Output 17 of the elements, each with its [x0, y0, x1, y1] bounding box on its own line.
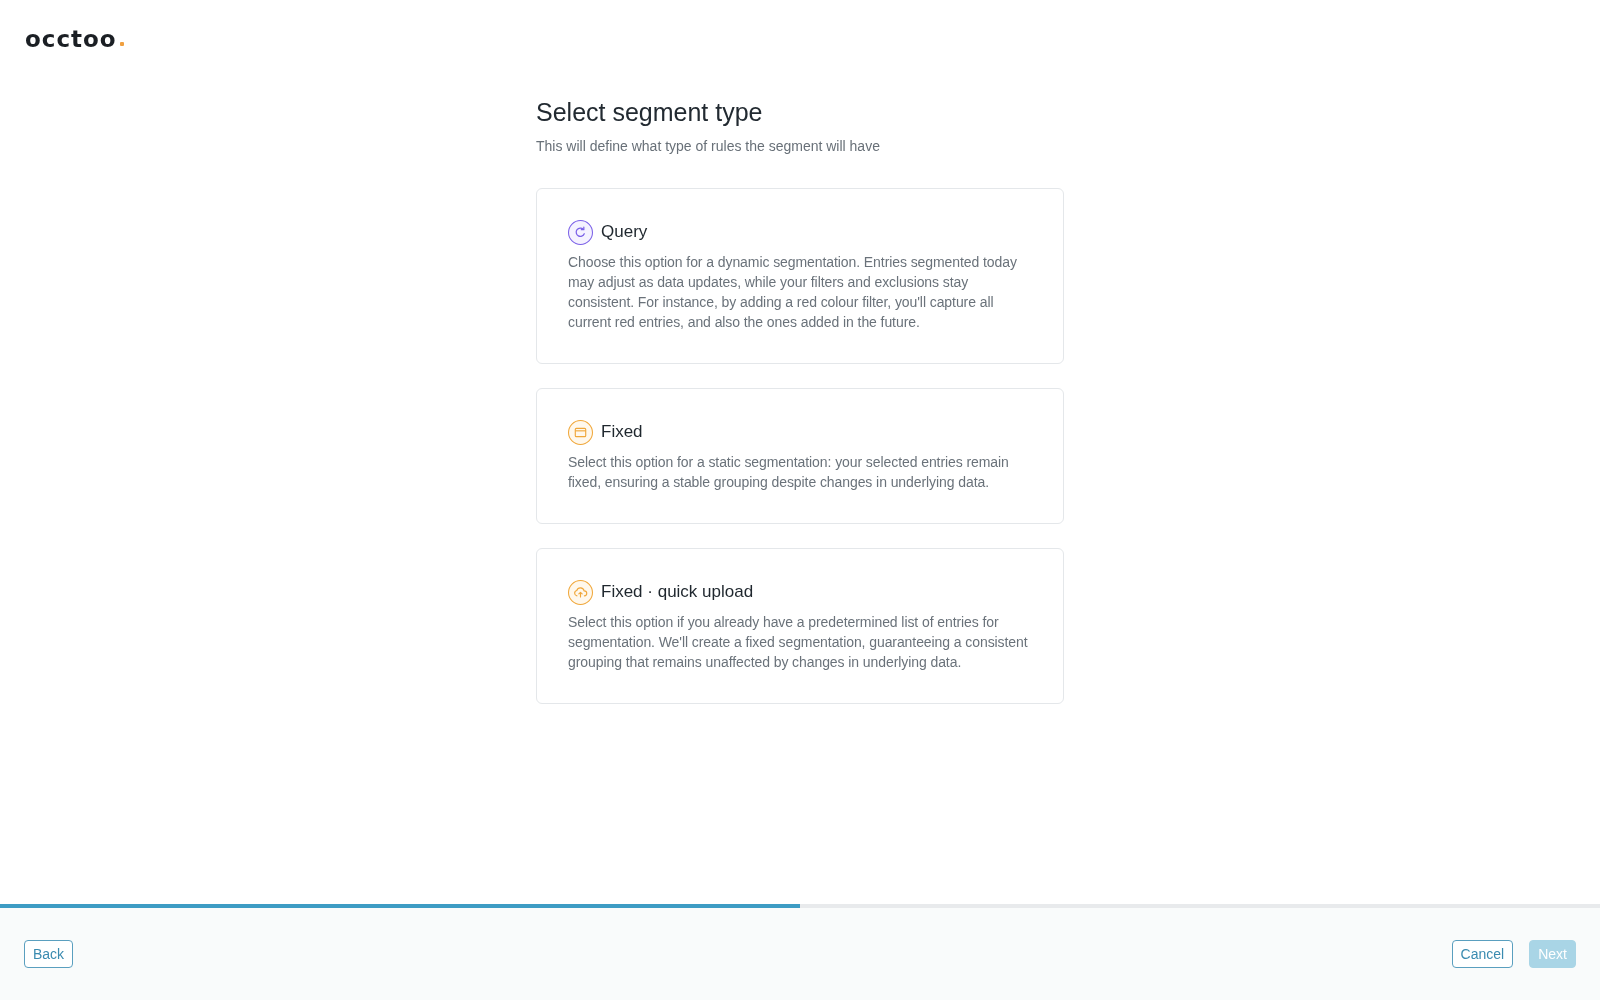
page-subtitle: This will define what type of rules the segment will have: [536, 137, 881, 156]
cloud-upload-icon: [568, 579, 593, 605]
option-description: Select this option if you already have a predetermined list of entries for segmentation. We'll create a fixed segmentation, guaranteeing a consistent grouping that remains unaffected by changes in underlying data.: [568, 613, 1029, 672]
option-card[interactable]: [536, 188, 1064, 364]
option-title: Fixed: [601, 421, 643, 443]
option-title: Query: [601, 221, 648, 243]
option-description: Select this option for a static segmentation: your selected entries remain fixed, ensuring a stable grouping despite changes in underlying data.: [568, 453, 1010, 492]
option-card[interactable]: [536, 548, 1064, 704]
outline-button[interactable]: Cancel: [1451, 940, 1514, 968]
option-card[interactable]: Fixed Select this option for a static segmentation: your selected entries remain fixed, ensuring a stable grouping despite changes in underlying data.: [536, 388, 1064, 524]
page-title: Select segment type: [536, 97, 764, 128]
window-icon: [568, 419, 593, 445]
outline-button[interactable]: Back: [24, 940, 74, 968]
option-description: Choose this option for a dynamic segmentation. Entries segmented today may adjust as data updates, while your filters and exclusions stay consistent. For instance, by adding a red colour filter, you'll capture all current red entries, and also the ones added in the future.: [568, 253, 1018, 332]
refresh-icon: [568, 219, 593, 245]
option-title: Fixed · quick upload: [601, 581, 754, 603]
logo-wordmark: occtoo: [25, 26, 117, 52]
